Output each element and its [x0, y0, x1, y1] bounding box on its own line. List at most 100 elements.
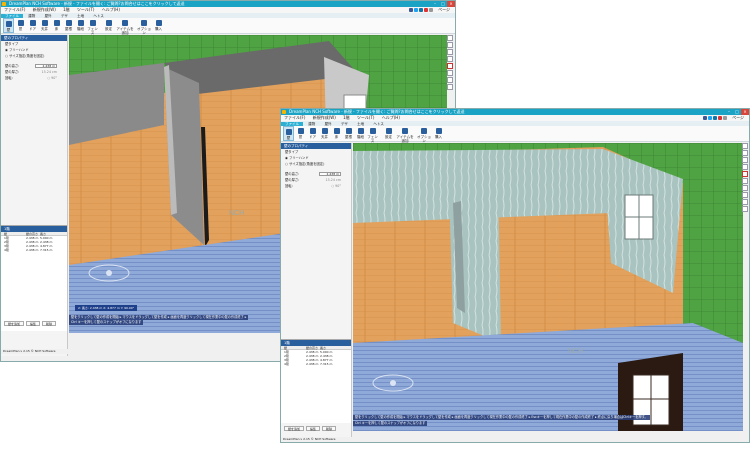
rotate-hint[interactable]: ○ 90° — [47, 75, 57, 81]
door-icon — [309, 128, 316, 134]
col-length[interactable]: 長さ — [40, 232, 54, 236]
floor-tool-button[interactable]: 床 — [331, 126, 342, 141]
cell: 2.438 m — [306, 362, 319, 366]
settings-tool-label: 設定 — [385, 135, 392, 139]
view-2d-icon[interactable] — [447, 70, 453, 76]
ceiling-tool-button[interactable]: 天井 — [319, 126, 330, 141]
delete-wall-button[interactable]: 削除 — [322, 426, 337, 431]
wall-tool-button[interactable]: 壁 — [3, 18, 14, 33]
delete-icon[interactable] — [742, 171, 748, 177]
zoom-out-icon[interactable] — [447, 56, 453, 62]
wall-icon — [285, 129, 292, 135]
options-label: オプション — [417, 135, 431, 143]
view-2d-icon[interactable] — [742, 178, 748, 184]
thickness-label: 壁の厚さ: — [285, 178, 300, 182]
table-row[interactable]: 4階 2.438 m 7.315 m — [1, 248, 67, 252]
buy-button[interactable]: 購入 — [153, 18, 164, 33]
view-3d-icon[interactable] — [742, 185, 748, 191]
add-item-label: アイテムを追加 — [116, 27, 134, 35]
wall-icon — [5, 21, 12, 27]
3d-viewport[interactable]: NCH 壁をクリックして壁の作成を開始 ▸ マウスをドラッグして壁を作成 ▸ 画… — [353, 143, 743, 431]
status-text: DreamPlan v 2.15 © NCH Software — [3, 349, 56, 353]
door-tool-button[interactable]: ドア — [307, 126, 318, 141]
linkedin-icon[interactable] — [713, 116, 717, 120]
buy-button[interactable]: 購入 — [433, 126, 444, 141]
youtube-icon[interactable] — [718, 116, 722, 120]
home-icon[interactable] — [742, 192, 748, 198]
add-item-button[interactable]: アイテムを追加 — [395, 126, 415, 143]
stairs-tool-button[interactable]: 階段 — [355, 126, 366, 141]
help-icon[interactable] — [723, 116, 727, 120]
fence-tool-button[interactable]: フェンス — [367, 126, 378, 143]
window-tool-button[interactable]: 窓 — [15, 18, 26, 33]
roof-tool-button[interactable]: 屋根 — [343, 126, 354, 141]
add-item-icon — [402, 128, 408, 134]
col-length[interactable]: 長さ — [320, 346, 334, 350]
col-height[interactable]: 壁の高さ — [26, 232, 40, 236]
help-icon[interactable] — [429, 8, 433, 12]
options-button[interactable]: オプション — [416, 126, 432, 143]
zoom-in-icon[interactable] — [447, 49, 453, 55]
stairs-tool-button[interactable]: 階段 — [75, 18, 86, 33]
edit-wall-button[interactable]: 編集 — [306, 426, 321, 431]
ceiling-tool-button[interactable]: 天井 — [39, 18, 50, 33]
twitter-icon[interactable] — [708, 116, 712, 120]
zoom-in-icon[interactable] — [742, 157, 748, 163]
add-item-button[interactable]: アイテムを追加 — [115, 18, 135, 35]
delete-icon[interactable] — [447, 63, 453, 69]
roof-tool-button[interactable]: 屋根 — [63, 18, 74, 33]
rotate-icon[interactable] — [742, 150, 748, 156]
edit-wall-button[interactable]: 編集 — [26, 321, 41, 326]
options-button[interactable]: オプション — [136, 18, 152, 35]
table-row[interactable]: 4階 2.438 m 7.315 m — [281, 362, 351, 366]
zoom-out-icon[interactable] — [742, 164, 748, 170]
freehand-label: フリーハンド — [8, 48, 29, 52]
pan-icon[interactable] — [742, 143, 748, 149]
settings-tool-button[interactable]: 設定 — [383, 126, 394, 141]
linkedin-icon[interactable] — [419, 8, 423, 12]
door-icon — [29, 20, 36, 26]
col-wall[interactable]: 壁 — [284, 346, 306, 350]
facebook-icon[interactable] — [703, 116, 707, 120]
rotate-hint[interactable]: ○ 90° — [331, 183, 341, 189]
fence-tool-label: フェンス — [87, 27, 98, 35]
twitter-icon[interactable] — [414, 8, 418, 12]
floor-tool-button[interactable]: 床 — [51, 18, 62, 33]
window-title: DreamPlan NCH Software - 新規 - ファイルを開く: ご… — [9, 1, 185, 6]
view-tools-back — [447, 35, 453, 90]
fixed-size-radio[interactable]: ○ サイズ指定(角度を固定) — [1, 53, 67, 59]
cart-icon — [155, 20, 162, 26]
add-wall-button[interactable]: 壁を追加 — [4, 321, 25, 326]
rotate-row: 回転: ○ 90° — [1, 75, 67, 81]
col-wall[interactable]: 壁 — [4, 232, 26, 236]
cart-icon — [435, 128, 442, 134]
ceiling-icon — [41, 20, 48, 26]
roof-tool-label: 屋根 — [65, 27, 72, 31]
nch-watermark: NCH — [568, 348, 583, 355]
settings-tool-button[interactable]: 設定 — [103, 18, 114, 33]
window-tool-button[interactable]: 窓 — [295, 126, 306, 141]
rotate-label: 回転: — [285, 184, 293, 188]
roof-icon — [65, 20, 72, 26]
pan-icon[interactable] — [447, 35, 453, 41]
height-input[interactable]: 2.438 m — [319, 172, 341, 176]
redo-icon[interactable] — [742, 206, 748, 212]
facebook-icon[interactable] — [409, 8, 413, 12]
home-icon[interactable] — [447, 84, 453, 90]
fixed-size-radio[interactable]: ○ サイズ指定(角度を固定) — [281, 161, 351, 167]
stairs-icon — [357, 128, 364, 134]
view-3d-icon[interactable] — [447, 77, 453, 83]
left-panel: 壁のプロパティ 壁タイプ ◉ フリーハンド ○ サイズ指定(角度を固定) 壁の高… — [281, 143, 352, 437]
fixed-size-label: サイズ指定(角度を固定) — [288, 162, 325, 166]
col-height[interactable]: 壁の高さ — [306, 346, 320, 350]
height-input[interactable]: 2.438 m — [35, 64, 57, 68]
fence-tool-button[interactable]: フェンス — [87, 18, 98, 35]
door-tool-button[interactable]: ドア — [27, 18, 38, 33]
undo-icon[interactable] — [742, 199, 748, 205]
youtube-icon[interactable] — [424, 8, 428, 12]
rotate-icon[interactable] — [447, 42, 453, 48]
delete-wall-button[interactable]: 削除 — [42, 321, 57, 326]
add-wall-button[interactable]: 壁を追加 — [284, 426, 305, 431]
dimension-readout: 2: 長さ: 2.438 m X: 4.877 m Y: 90.00° — [75, 305, 138, 311]
wall-tool-button[interactable]: 壁 — [283, 126, 294, 141]
